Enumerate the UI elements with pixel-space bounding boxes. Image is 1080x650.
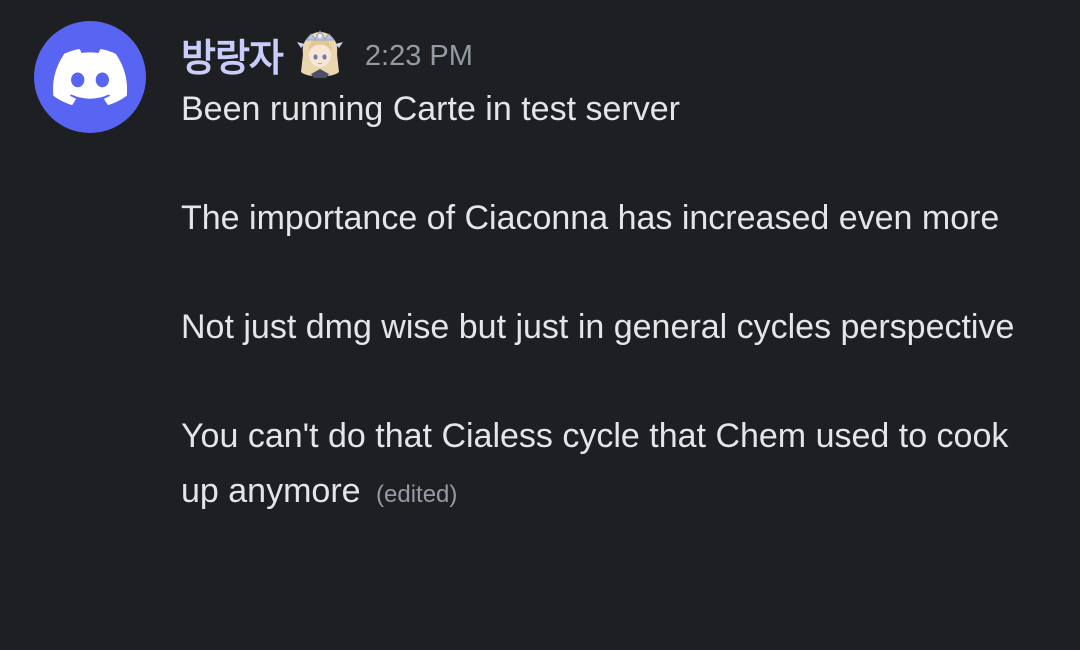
message-paragraph: Not just dmg wise but just in general cy…	[181, 308, 1015, 346]
message-paragraph-last: You can't do that Cialess cycle that Che…	[181, 409, 1041, 522]
message-paragraph: The importance of Ciaconna has increased…	[181, 199, 1000, 237]
message-paragraph: Been running Carte in test server	[181, 90, 680, 128]
character-portrait-icon	[296, 28, 343, 80]
message-paragraph-text: You can't do that Cialess cycle that Che…	[181, 417, 1009, 510]
chat-message: 방랑자 2:23 PM Been running Carte in test s…	[0, 0, 1080, 650]
message-header: 방랑자 2:23 PM	[181, 22, 473, 86]
username[interactable]: 방랑자	[181, 27, 284, 82]
message-content: Been running Carte in test server The im…	[181, 82, 1041, 522]
discord-logo-icon	[53, 49, 127, 105]
user-avatar[interactable]	[34, 21, 146, 133]
edited-label[interactable]: (edited)	[376, 481, 457, 508]
message-timestamp[interactable]: 2:23 PM	[365, 40, 473, 73]
